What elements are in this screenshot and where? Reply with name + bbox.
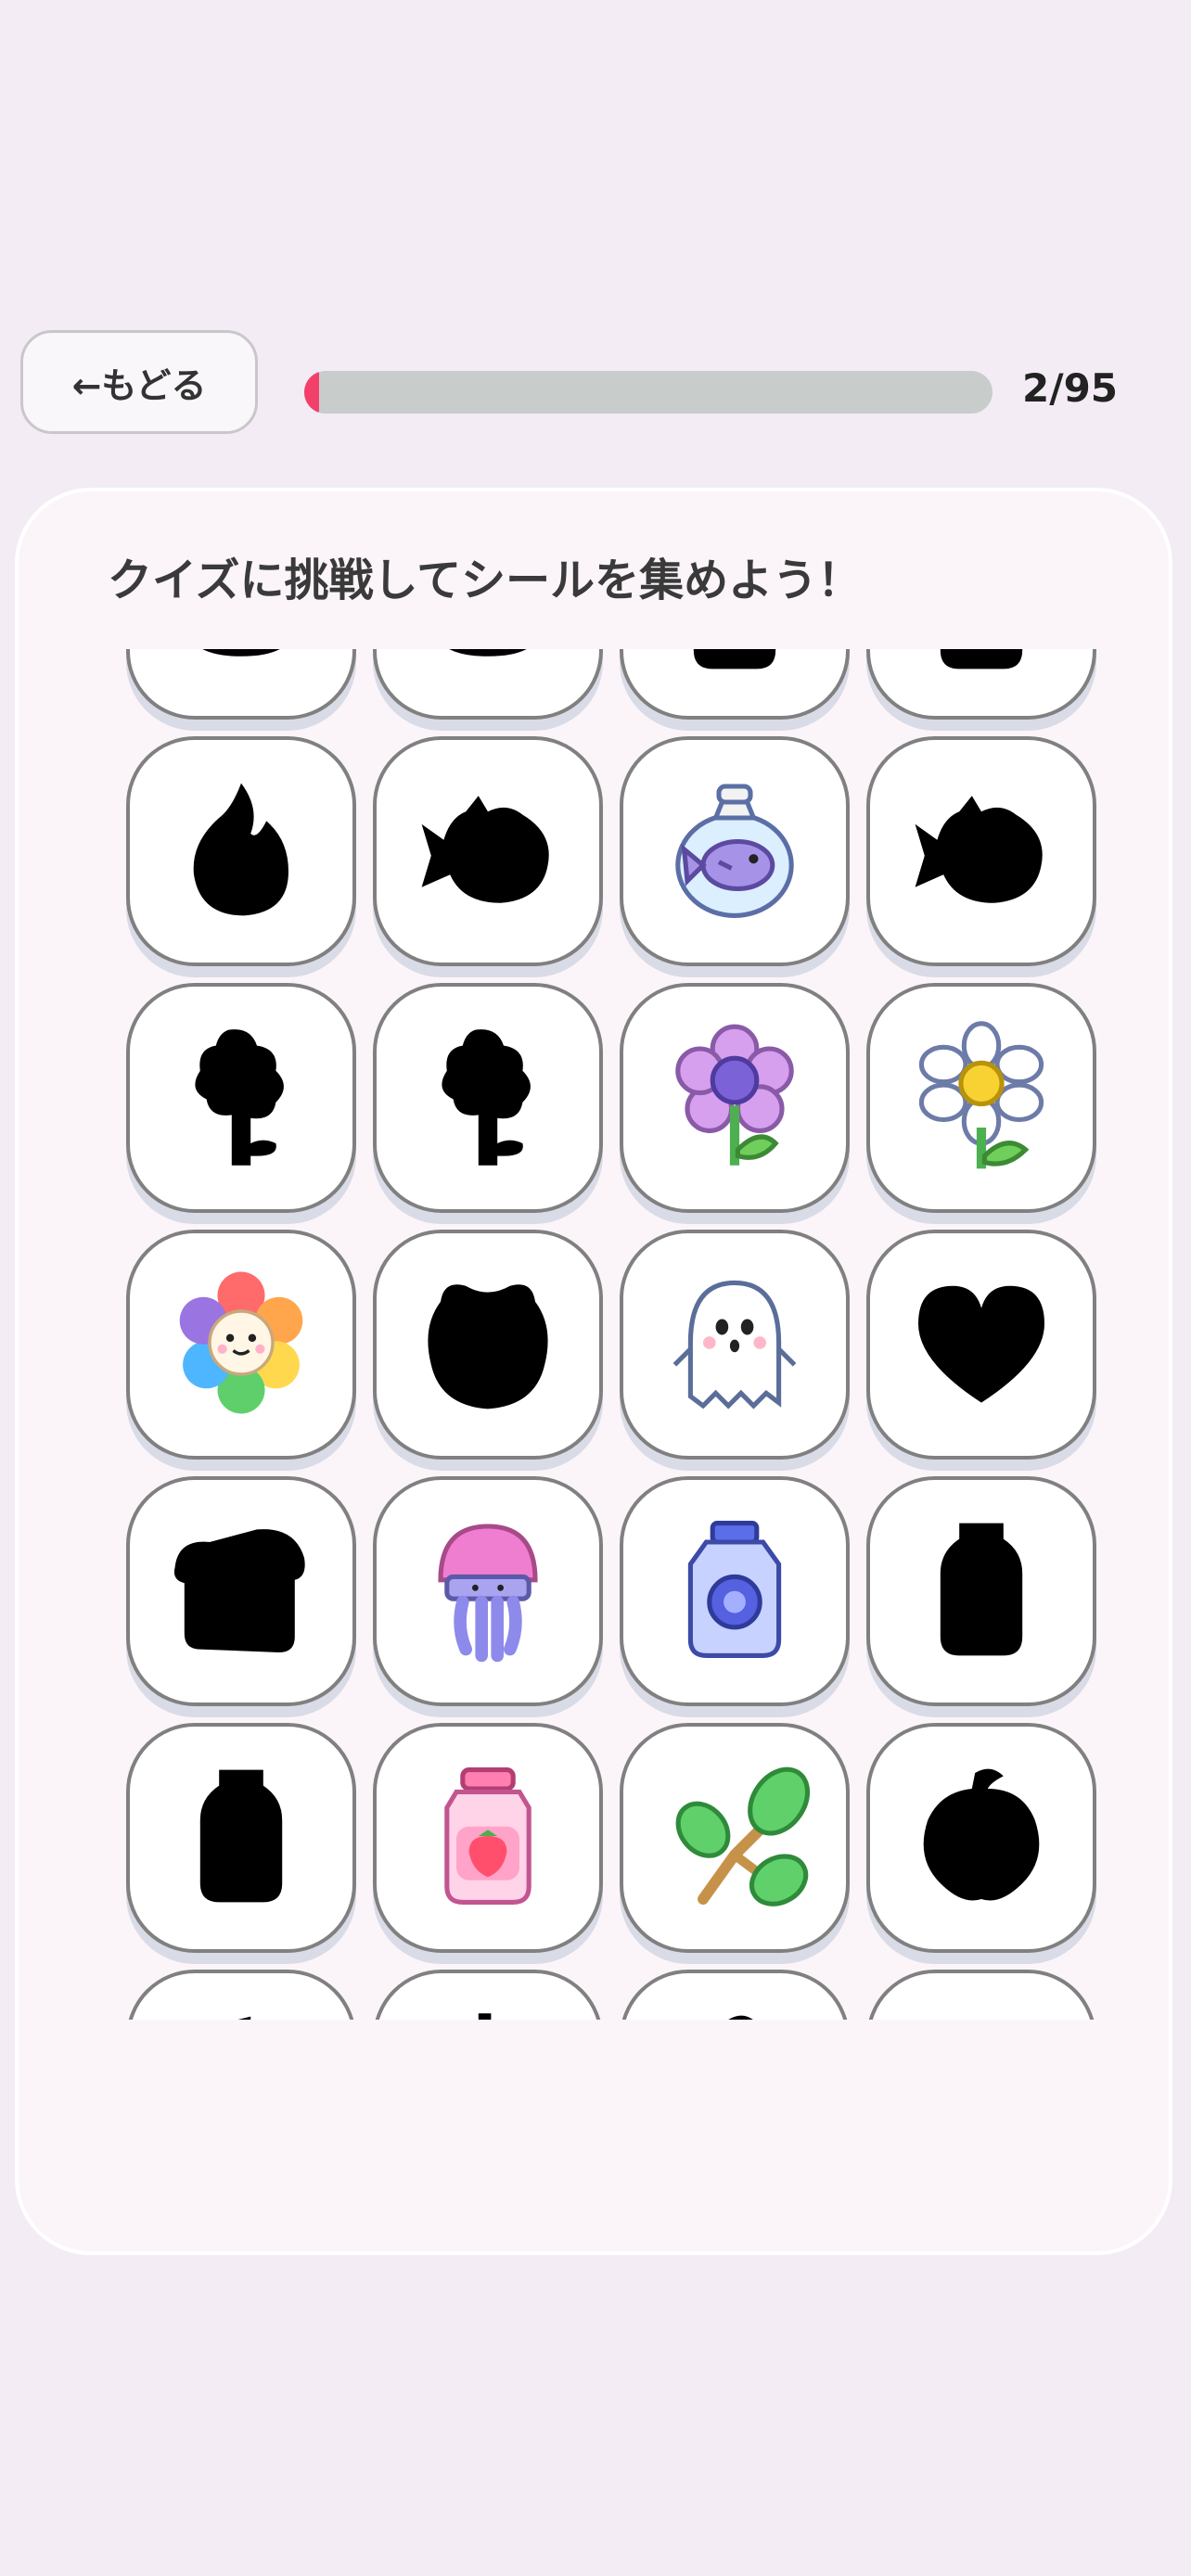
sticker-tile[interactable]: [126, 1723, 356, 1953]
bottle-silhouette-icon: [903, 649, 1060, 685]
bread-silhouette-icon: [162, 1511, 320, 1672]
sticker-tile[interactable]: [373, 983, 603, 1213]
flame-silhouette-icon: [162, 771, 320, 932]
fish-silhouette-icon: [903, 771, 1060, 932]
sticker-grid: [126, 649, 1096, 2020]
rainbow-flower-icon: [162, 1264, 320, 1425]
panel-title: クイズに挑戦してシールを集めよう！: [108, 555, 863, 606]
bottle-silhouette-icon: [162, 1757, 320, 1919]
daisy-icon: [903, 1017, 1060, 1179]
sticker-grid-viewport[interactable]: [111, 649, 1113, 2020]
sticker-tile[interactable]: [620, 983, 850, 1213]
fruit-silhouette-icon: [903, 1757, 1060, 1919]
sticker-tile[interactable]: [866, 1476, 1096, 1706]
sticker-tile[interactable]: [126, 736, 356, 966]
purple-flower-icon: [656, 1017, 813, 1179]
bottle-silhouette-icon: [656, 649, 813, 685]
sticker-tile[interactable]: [126, 983, 356, 1213]
progress-bar: [304, 371, 992, 414]
ghost-icon: [656, 1264, 813, 1425]
sticker-tile[interactable]: [866, 736, 1096, 966]
sticker-panel: クイズに挑戦してシールを集めよう！: [15, 488, 1172, 2255]
sticker-tile[interactable]: [126, 1476, 356, 1706]
sticker-tile[interactable]: [866, 1723, 1096, 1953]
sticker-tile[interactable]: [866, 1230, 1096, 1460]
heart-silhouette-icon: [903, 1264, 1060, 1425]
fish-silhouette-icon: [409, 771, 567, 932]
fruit-silhouette-icon: [656, 2004, 813, 2020]
sticker-tile[interactable]: [866, 649, 1096, 720]
sticker-tile[interactable]: [373, 1723, 603, 1953]
sticker-tile[interactable]: [620, 1970, 850, 2020]
fish-in-bag-icon: [656, 771, 813, 932]
tree-silhouette-icon: [162, 1017, 320, 1179]
pot-silhouette-icon: [409, 649, 567, 685]
sticker-tile[interactable]: [866, 1970, 1096, 2020]
sticker-tile[interactable]: [866, 983, 1096, 1213]
frog-silhouette-icon: [409, 1264, 567, 1425]
sticker-tile[interactable]: [373, 1230, 603, 1460]
sticker-tile[interactable]: [620, 1230, 850, 1460]
pear-silhouette-icon: [409, 2004, 567, 2020]
pot-silhouette-icon: [162, 649, 320, 685]
sticker-tile[interactable]: [126, 1230, 356, 1460]
strawberry-jar-icon: [409, 1757, 567, 1919]
sticker-tile[interactable]: [620, 1723, 850, 1953]
sticker-tile[interactable]: [126, 1970, 356, 2020]
cake-silhouette-icon: [903, 2004, 1060, 2020]
back-button[interactable]: ←もどる: [20, 330, 258, 434]
sticker-tile[interactable]: [373, 1970, 603, 2020]
sticker-tile[interactable]: [373, 1476, 603, 1706]
sticker-tile[interactable]: [373, 736, 603, 966]
bottle-silhouette-icon: [903, 1511, 1060, 1672]
jellyfish-icon: [409, 1511, 567, 1672]
sticker-tile[interactable]: [373, 649, 603, 720]
sticker-tile[interactable]: [620, 736, 850, 966]
sticker-tile[interactable]: [126, 649, 356, 720]
blue-bottle-icon: [656, 1511, 813, 1672]
leaf-branch-icon: [656, 1757, 813, 1919]
sticker-tile[interactable]: [620, 1476, 850, 1706]
progress-counter: 2/95: [1022, 365, 1119, 411]
sticker-tile[interactable]: [620, 649, 850, 720]
apple-silhouette-icon: [162, 2004, 320, 2020]
tree-silhouette-icon: [409, 1017, 567, 1179]
progress-bar-fill: [304, 371, 319, 414]
